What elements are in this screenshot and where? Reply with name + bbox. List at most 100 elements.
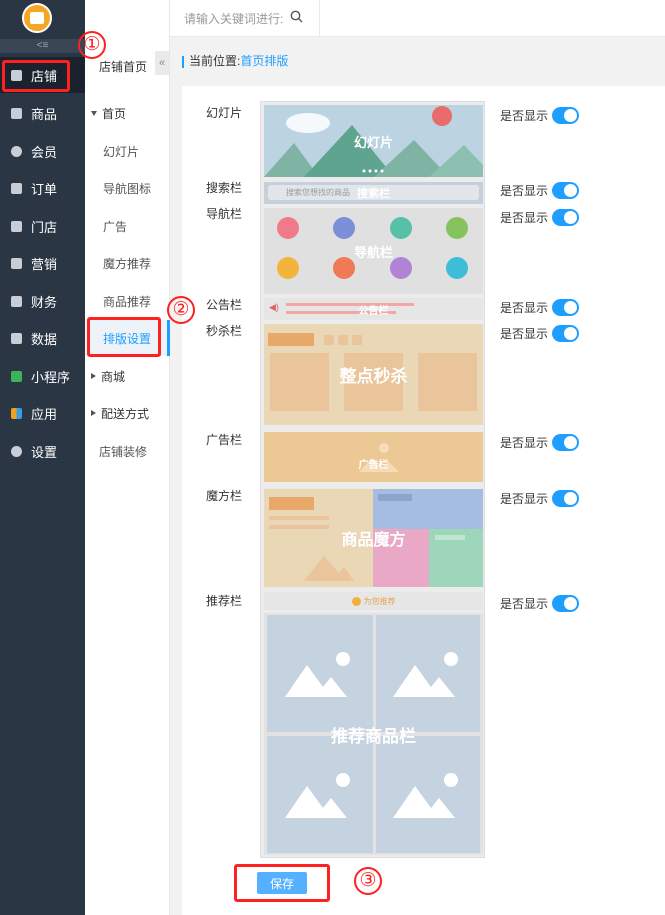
row-label-seckill: 秒杀栏: [206, 324, 243, 338]
subnav-label: 商城: [101, 369, 126, 384]
seckill-timer-box: [352, 335, 362, 345]
breadcrumb-current-link[interactable]: 首页排版: [240, 54, 288, 68]
preview-nav[interactable]: 导航栏: [264, 208, 483, 294]
sidebar-item-apps[interactable]: 应用: [0, 395, 85, 431]
search-input[interactable]: 请输入关键词进行:: [184, 10, 283, 27]
gear-icon: [11, 445, 22, 457]
seckill-timer-box: [324, 335, 334, 345]
seckill-product: [418, 353, 477, 411]
row-label-recommend: 推荐栏: [206, 594, 243, 608]
toggle-switch-seckill[interactable]: [552, 325, 580, 342]
show-toggle-row-notice: 是否显示: [500, 299, 580, 316]
preview-cube[interactable]: 商品魔方: [264, 489, 483, 587]
preview-recommend-caption: 推荐商品栏: [331, 726, 416, 746]
sidebar-item-marketing[interactable]: 营销: [0, 245, 85, 281]
cube-line: [269, 525, 329, 529]
sidebar-item-label: 门店: [31, 219, 58, 235]
sidebar-item-goods[interactable]: 商品: [0, 95, 85, 131]
sidebar-collapse-button[interactable]: <≡: [0, 39, 85, 53]
subnav-label: 魔方推荐: [103, 256, 152, 271]
caret-right-icon: [91, 410, 96, 416]
show-label: 是否显示: [500, 301, 549, 315]
goods-icon: [11, 107, 22, 119]
show-label: 是否显示: [500, 327, 549, 341]
sidebar-item-label: 数据: [31, 331, 58, 347]
logo-mark: [30, 12, 44, 24]
show-label: 是否显示: [500, 211, 549, 225]
subnav-label: 广告: [103, 219, 128, 234]
shop-icon: [11, 220, 22, 232]
layout-preview: 幻灯片 搜索您想找的商品 搜索栏 导航栏 ◀) 公告栏 整点秒杀 广告栏 商品魔…: [260, 101, 485, 858]
sidebar-item-label: 小程序: [31, 369, 71, 385]
toggle-switch-search[interactable]: [552, 182, 580, 199]
subnav-group-delivery[interactable]: 配送方式: [85, 395, 170, 431]
show-label: 是否显示: [500, 436, 549, 450]
show-toggle-row-ad: 是否显示: [500, 434, 580, 451]
preview-notice[interactable]: ◀) 公告栏: [264, 298, 483, 320]
preview-seckill-caption: 整点秒杀: [339, 367, 408, 386]
subnav-item-ads[interactable]: 广告: [85, 208, 170, 244]
miniapp-icon: [11, 370, 22, 382]
breadcrumb-marker: [182, 55, 184, 68]
annotation-step-1: ①: [78, 31, 106, 59]
subnav-group-home[interactable]: 首页: [85, 95, 170, 131]
preview-recommend-header: 为您推荐: [264, 592, 483, 610]
search-button[interactable]: [290, 10, 303, 26]
seckill-tag: [268, 333, 314, 346]
cube-mountain: [304, 556, 354, 581]
seckill-timer-box: [338, 335, 348, 345]
preview-slide[interactable]: 幻灯片: [264, 105, 483, 177]
recommend-product-image: [376, 736, 480, 853]
toggle-switch-ad[interactable]: [552, 434, 580, 451]
row-label-ad: 广告栏: [206, 433, 243, 447]
show-toggle-row-nav: 是否显示: [500, 209, 580, 226]
subnav-item-cube[interactable]: 魔方推荐: [85, 245, 170, 281]
subnav-collapse-button[interactable]: «: [155, 51, 169, 75]
preview-search[interactable]: 搜索您想找的商品 搜索栏: [264, 182, 483, 204]
subnav-label: 导航图标: [103, 181, 152, 196]
subnav-item-goods-recommend[interactable]: 商品推荐: [85, 283, 170, 319]
sidebar-item-members[interactable]: 会员: [0, 133, 85, 169]
toggle-switch-cube[interactable]: [552, 490, 580, 507]
annotation-box-store: [2, 60, 70, 92]
notice-line: [286, 303, 414, 306]
search-icon: [290, 10, 303, 23]
toggle-switch-nav[interactable]: [552, 209, 580, 226]
subnav-item-nav-icons[interactable]: 导航图标: [85, 170, 170, 206]
preview-seckill[interactable]: 整点秒杀: [264, 324, 483, 425]
preview-recommend-header-text: 为您推荐: [363, 596, 396, 606]
sidebar-item-shops[interactable]: 门店: [0, 208, 85, 244]
sidebar-item-label: 营销: [31, 256, 58, 272]
cube-line: [435, 535, 465, 540]
sidebar-item-label: 财务: [31, 294, 58, 310]
sidebar-item-label: 会员: [31, 144, 58, 160]
toggle-switch-notice[interactable]: [552, 299, 580, 316]
apps-icon: [11, 407, 22, 419]
sidebar-item-data[interactable]: 数据: [0, 320, 85, 356]
preview-cube-caption: 商品魔方: [341, 532, 406, 549]
sidebar-item-settings[interactable]: 设置: [0, 433, 85, 469]
subnav-group-mall[interactable]: 商城: [85, 358, 170, 394]
sidebar-item-finance[interactable]: 财务: [0, 283, 85, 319]
subnav-item-slides[interactable]: 幻灯片: [85, 133, 170, 169]
preview-recommend[interactable]: 推荐商品栏: [264, 613, 483, 855]
subnav-item-decoration[interactable]: 店铺装修: [85, 433, 170, 469]
seckill-product: [270, 353, 329, 411]
sidebar-item-miniapp[interactable]: 小程序: [0, 358, 85, 394]
annotation-step-3: ③: [354, 867, 382, 895]
toggle-switch-recommend[interactable]: [552, 595, 580, 612]
subnav-title: 店铺首页: [99, 60, 148, 74]
cube-line: [378, 494, 412, 501]
gift-icon: [11, 257, 22, 269]
preview-ad[interactable]: 广告栏: [264, 432, 483, 482]
show-label: 是否显示: [500, 184, 549, 198]
cube-line: [269, 516, 329, 520]
app-logo[interactable]: [22, 3, 52, 33]
sidebar-item-orders[interactable]: 订单: [0, 170, 85, 206]
row-label-slide: 幻灯片: [206, 106, 243, 120]
show-toggle-row-cube: 是否显示: [500, 490, 580, 507]
toggle-switch-slide[interactable]: [552, 107, 580, 124]
row-label-notice: 公告栏: [206, 298, 243, 312]
recommend-product-image: [267, 736, 373, 853]
show-toggle-row-recommend: 是否显示: [500, 595, 580, 612]
